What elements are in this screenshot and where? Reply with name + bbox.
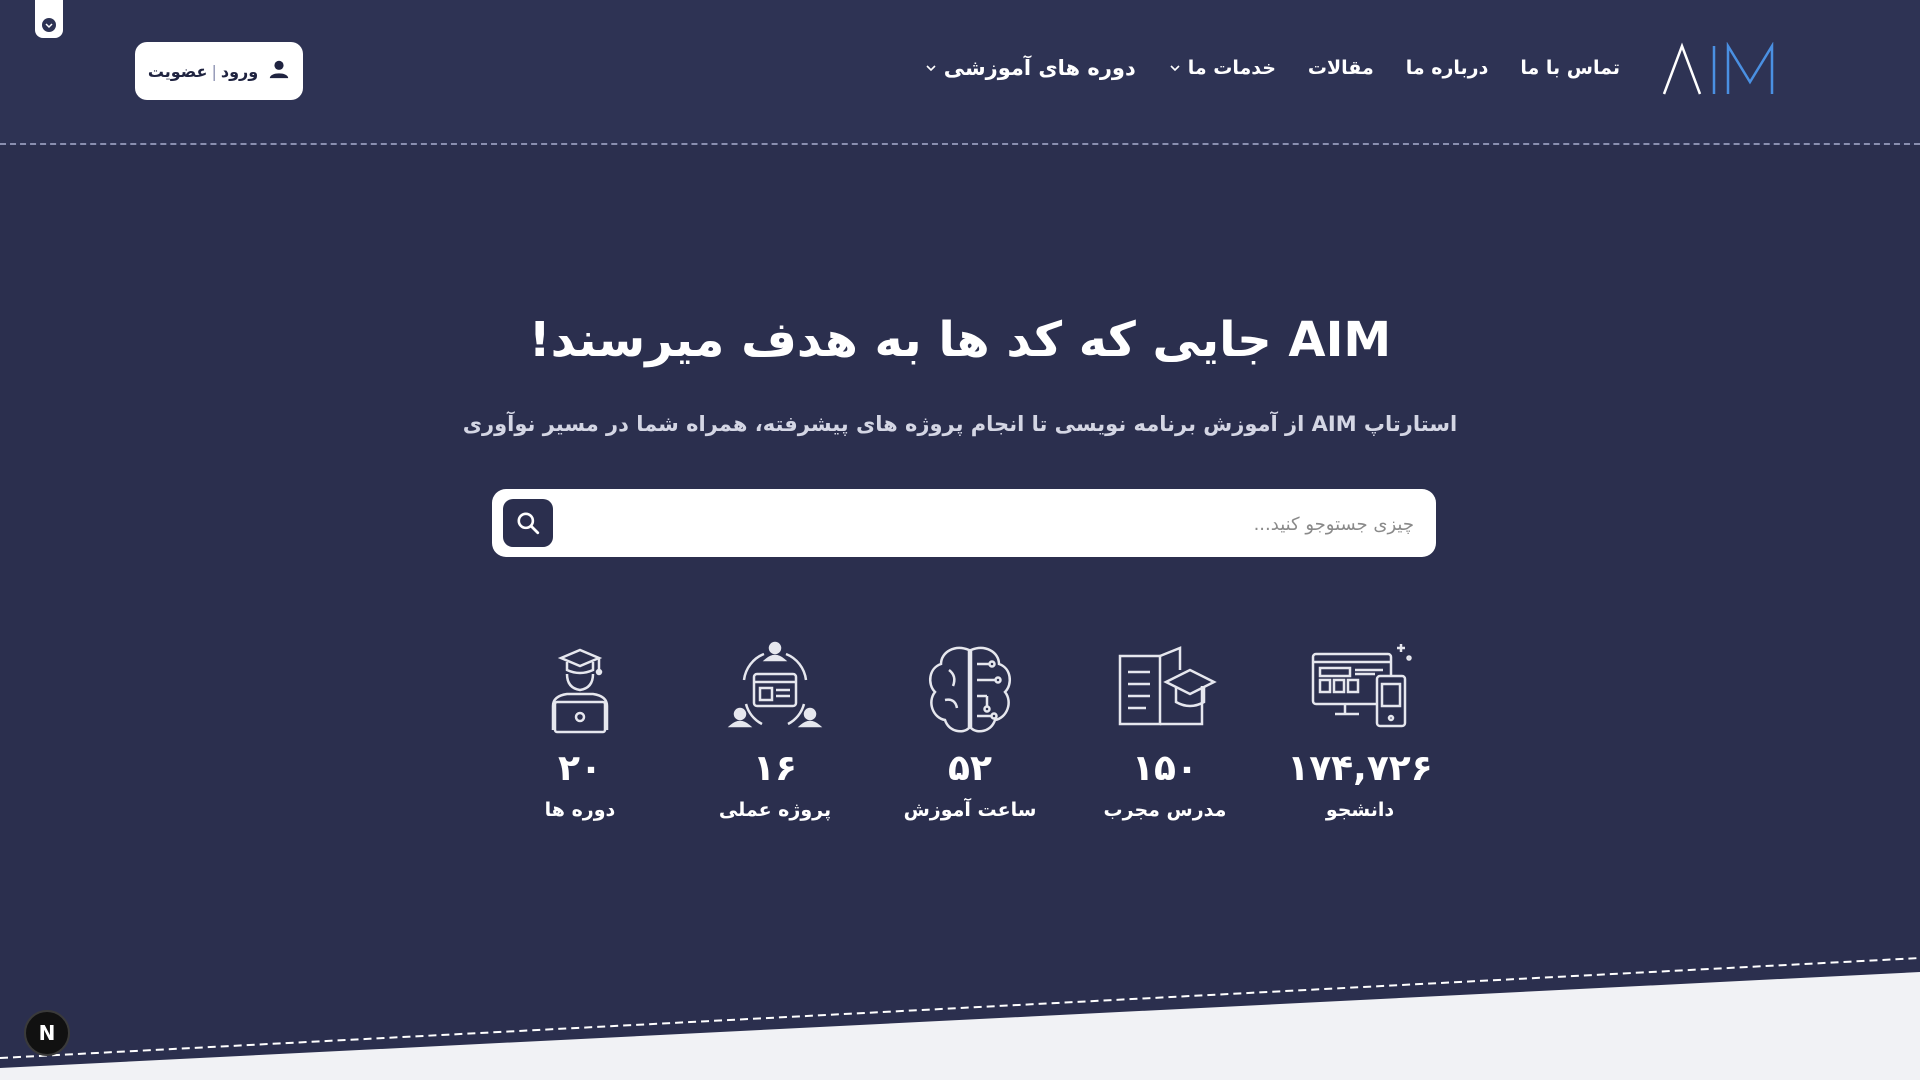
separator: | [211,61,217,81]
stat-hours: ۵۲ ساعت آموزش [890,640,1050,840]
devices-icon [1311,644,1412,728]
stat-label: مدرس مجرب [1103,799,1227,821]
login-signup-button[interactable]: عضویت | ورود [135,42,303,100]
nav-item-services[interactable]: خدمات ما [1168,57,1276,79]
login-signup-label: عضویت | ورود [148,62,258,81]
login-label: ورود [220,61,259,81]
stats-row: ۱۷۴,۷۲۶ دانشجو ۱۵۰ مدرس مجرب ۵۲ ساعت آمو… [500,640,1440,840]
signup-label: عضویت [147,61,208,81]
stat-students: ۱۷۴,۷۲۶ دانشجو [1280,640,1440,840]
dev-tools-badge[interactable]: N [24,1010,70,1056]
nav-item-about[interactable]: درباره ما [1406,57,1489,79]
stat-label: پروژه عملی [718,799,832,821]
project-team-icon [727,641,823,728]
hero-subtitle: استارتاپ AIM از آموزش برنامه نویسی تا ان… [462,412,1458,436]
stat-label: ساعت آموزش [903,799,1037,821]
nav-label: درباره ما [1405,57,1489,79]
search-bar [492,489,1436,559]
main-nav: دوره های آموزشی خدمات ما مقالات درباره م… [924,50,1620,86]
nav-item-courses[interactable]: دوره های آموزشی [924,56,1136,80]
stat-number: ۵۲ [948,748,992,789]
hero-title: AIM جایی که کد ها به هدف میرسند! [528,312,1392,368]
scroll-indicator[interactable] [35,0,63,38]
nav-label: دوره های آموزشی [943,56,1136,80]
stat-projects: ۱۶ پروژه عملی [695,640,855,840]
stat-label: دوره ها [544,799,616,821]
user-icon [268,58,290,84]
stat-number: ۱۶ [753,748,797,789]
stat-label: دانشجو [1325,799,1395,821]
arrow-down-icon [42,18,56,32]
stat-number: ۲۰ [558,748,602,789]
stat-teachers: ۱۵۰ مدرس مجرب [1085,640,1245,840]
nav-item-contact[interactable]: تماس با ما [1520,57,1620,79]
search-input[interactable] [592,489,1416,559]
book-graduation-icon [1118,646,1217,726]
stat-courses: ۲۰ دوره ها [500,640,660,840]
chevron-down-icon [926,65,936,72]
search-button[interactable] [503,499,553,547]
stat-number: ۱۷۴,۷۲۶ [1287,748,1433,789]
badge-letter: N [38,1021,56,1045]
site-logo[interactable] [1660,41,1780,98]
nav-label: خدمات ما [1187,57,1276,79]
student-laptop-icon [551,648,609,734]
nav-label: تماس با ما [1520,57,1620,79]
site-header: عضویت | ورود دوره های آموزشی خدمات ما مق… [0,0,1920,145]
brain-circuit-icon [928,646,1012,733]
nav-item-articles[interactable]: مقالات [1308,57,1374,79]
stat-number: ۱۵۰ [1132,748,1198,789]
bottom-section-divider [0,957,1920,1080]
nav-label: مقالات [1307,57,1374,79]
search-icon [517,512,540,535]
chevron-down-icon [1170,65,1180,72]
